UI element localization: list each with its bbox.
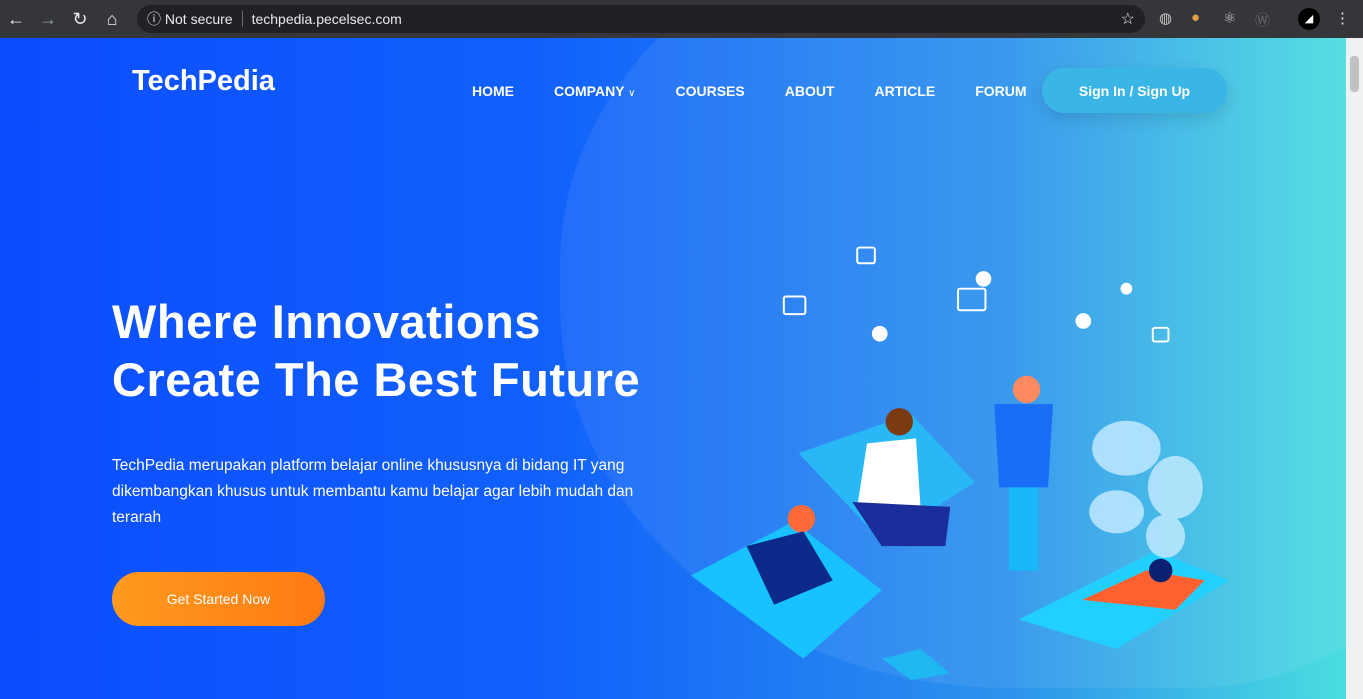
reload-icon[interactable]: ↻ <box>64 9 96 30</box>
nav-about[interactable]: ABOUT <box>785 83 835 99</box>
thumbs-up-icon <box>1151 326 1170 343</box>
profile-avatar[interactable]: ◢ <box>1298 8 1320 30</box>
sign-in-button[interactable]: Sign In / Sign Up <box>1042 68 1227 113</box>
heart-icon <box>871 325 888 342</box>
students-illustration <box>690 246 1230 681</box>
globe-extension-icon[interactable]: ◍ <box>1159 9 1172 27</box>
wordpress-extension-icon[interactable]: Ⓦ <box>1255 9 1270 30</box>
browser-toolbar: ← → ↻ ⌂ ⓘ Not secure techpedia.pecelsec.… <box>0 0 1363 38</box>
thumbs-up-icon <box>856 246 876 265</box>
nav-home[interactable]: HOME <box>472 83 514 99</box>
address-bar[interactable]: ⓘ Not secure techpedia.pecelsec.com ☆ <box>137 5 1145 33</box>
chevron-down-icon: ∨ <box>628 88 636 99</box>
site-logo[interactable]: TechPedia <box>132 65 275 98</box>
home-icon[interactable]: ⌂ <box>96 9 128 30</box>
get-started-button[interactable]: Get Started Now <box>112 572 325 626</box>
cookie-extension-icon[interactable]: ● <box>1191 9 1200 26</box>
nav-company[interactable]: COMPANY ∨ <box>554 83 636 99</box>
hero-title: Where Innovations Create The Best Future <box>112 293 640 409</box>
hero-title-line1: Where Innovations <box>112 295 541 348</box>
heart-icons <box>871 271 1133 342</box>
heart-icon <box>1120 282 1133 295</box>
security-label: Not secure <box>164 11 233 27</box>
hero-title-line2: Create The Best Future <box>112 353 641 406</box>
forward-icon[interactable]: → <box>32 9 64 30</box>
cushion <box>881 648 951 681</box>
hero-description: TechPedia merupakan platform belajar onl… <box>112 457 634 526</box>
plant-leaves <box>1089 420 1203 558</box>
react-extension-icon[interactable]: ⚛ <box>1223 9 1236 27</box>
nav-article[interactable]: ARTICLE <box>875 83 936 99</box>
heart-icon <box>975 271 992 287</box>
nav-company-label: COMPANY <box>554 83 625 99</box>
page-scrollbar[interactable] <box>1346 38 1363 699</box>
like-icons <box>782 246 1170 343</box>
thumbs-up-icon <box>782 295 807 316</box>
scrollbar-thumb[interactable] <box>1350 56 1359 92</box>
back-icon[interactable]: ← <box>0 9 32 30</box>
bookmark-star-icon[interactable]: ☆ <box>1121 9 1135 29</box>
info-icon[interactable]: ⓘ <box>147 9 161 29</box>
nav-courses[interactable]: COURSES <box>676 83 745 99</box>
menu-icon[interactable]: ⋮ <box>1335 9 1350 27</box>
url-text[interactable]: techpedia.pecelsec.com <box>252 11 402 27</box>
main-nav: HOME COMPANY ∨ COURSES ABOUT ARTICLE FOR… <box>472 83 1027 99</box>
heart-icon <box>1075 313 1092 329</box>
thumbs-up-icon <box>957 287 987 312</box>
nav-forum[interactable]: FORUM <box>975 83 1026 99</box>
hero-section: TechPedia HOME COMPANY ∨ COURSES ABOUT A… <box>0 38 1346 699</box>
